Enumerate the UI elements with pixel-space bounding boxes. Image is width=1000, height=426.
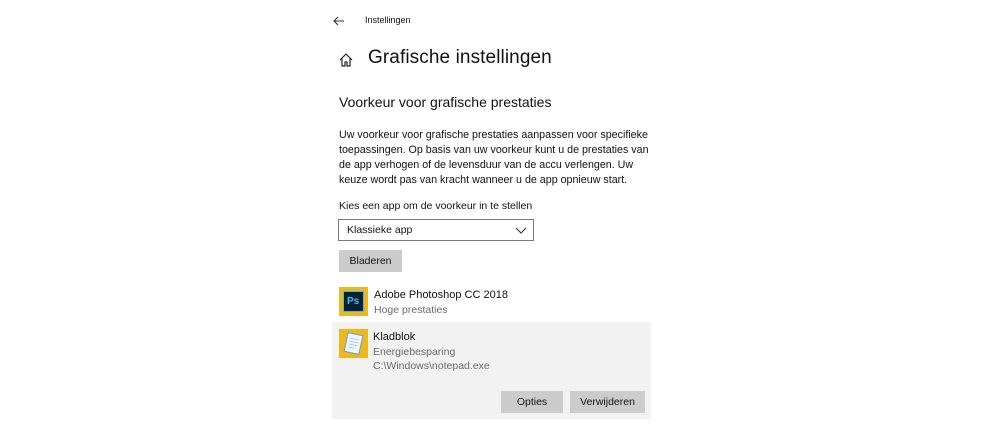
options-button[interactable]: Opties xyxy=(501,391,563,413)
section-title: Voorkeur voor grafische prestaties xyxy=(339,94,552,110)
chevron-down-icon xyxy=(515,227,527,234)
photoshop-icon-text: Ps xyxy=(347,296,360,307)
back-button[interactable] xyxy=(330,12,348,30)
app-preference: Energiebesparing xyxy=(373,346,456,358)
back-arrow-icon xyxy=(333,16,344,26)
window-title: Instellingen xyxy=(365,15,411,25)
app-type-label: Kies een app om de voorkeur in te stelle… xyxy=(339,200,533,212)
app-path: C:\Windows\notepad.exe xyxy=(373,360,490,372)
photoshop-icon: Ps xyxy=(339,287,368,316)
section-description: Uw voorkeur voor grafische prestaties aa… xyxy=(339,129,649,186)
app-name: Kladblok xyxy=(373,331,416,343)
remove-button[interactable]: Verwijderen xyxy=(570,391,645,413)
app-type-dropdown[interactable]: Klassieke app xyxy=(338,219,534,241)
notepad-icon xyxy=(339,329,368,358)
app-type-selected-value: Klassieke app xyxy=(347,224,413,236)
home-icon xyxy=(338,52,354,68)
browse-button[interactable]: Bladeren xyxy=(339,250,402,272)
app-preference: Hoge prestaties xyxy=(374,304,448,316)
page-title: Grafische instellingen xyxy=(368,47,552,68)
app-list-item-photoshop[interactable]: Ps Adobe Photoshop CC 2018 Hoge prestati… xyxy=(332,283,651,321)
app-name: Adobe Photoshop CC 2018 xyxy=(374,289,508,301)
